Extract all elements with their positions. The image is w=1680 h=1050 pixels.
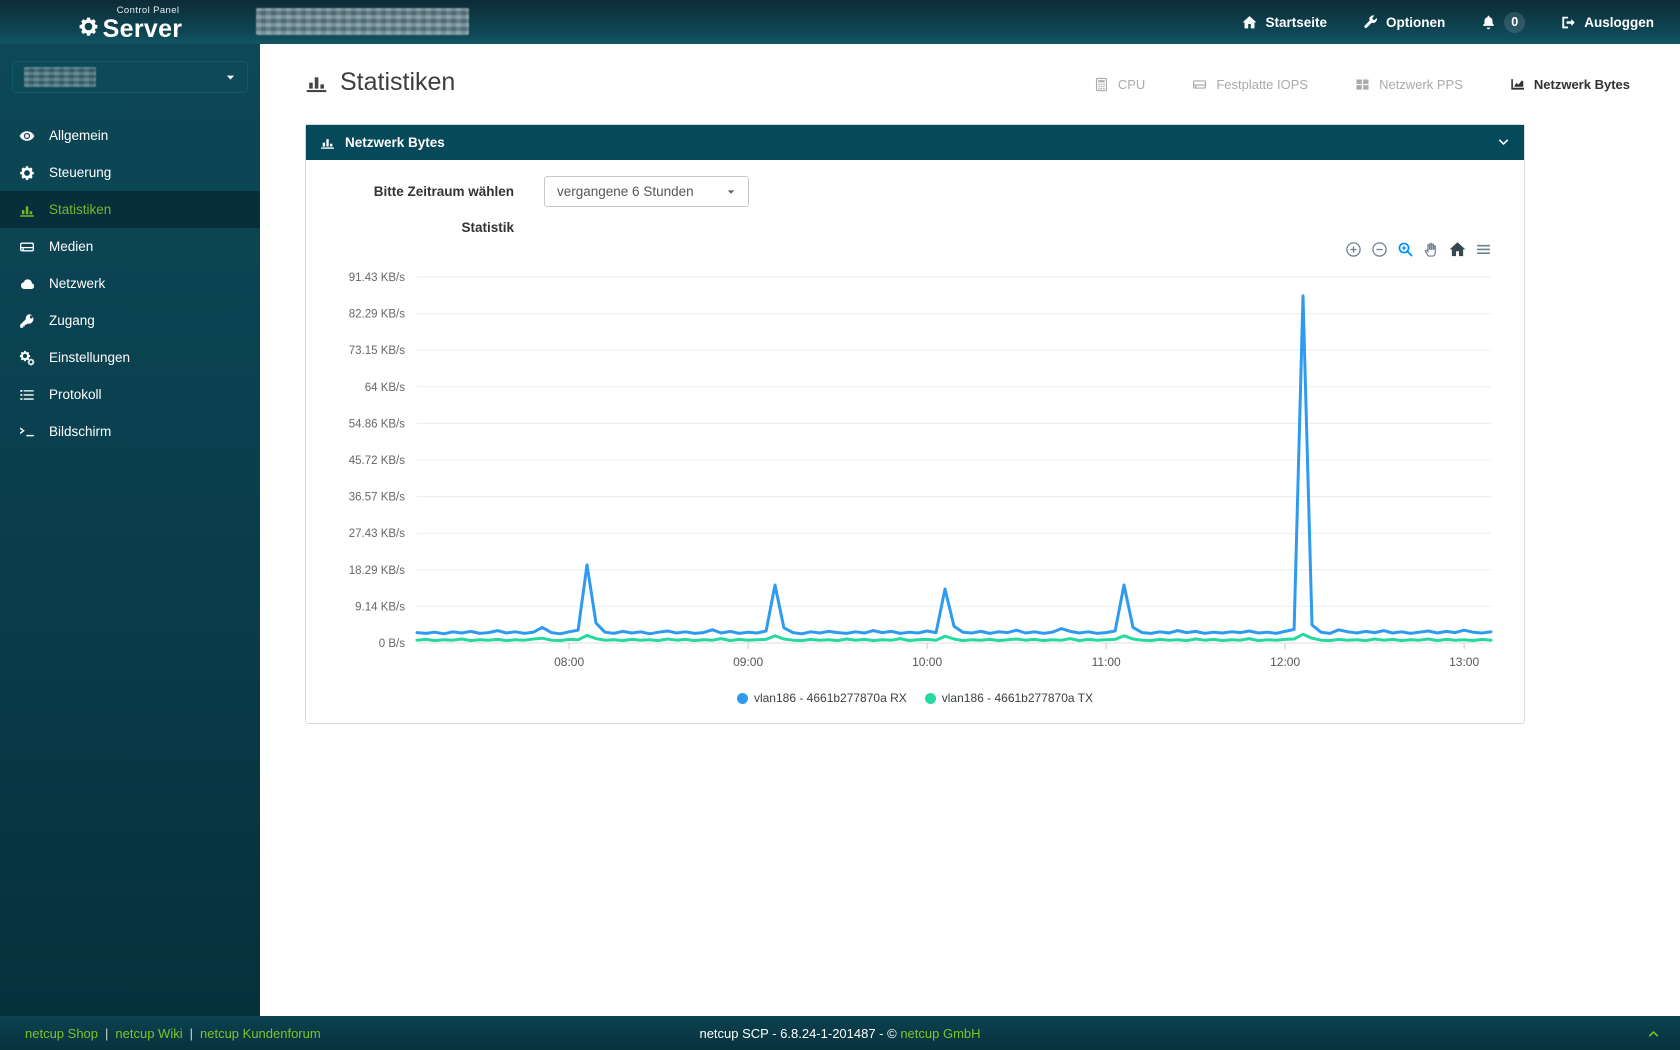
sidebar-item-bildschirm[interactable]: Bildschirm (0, 413, 260, 450)
timerange-select[interactable]: vergangene 6 Stunden (544, 176, 749, 207)
sidebar-item-allgemein[interactable]: Allgemein (0, 117, 260, 154)
startseite-link[interactable]: Startseite (1242, 15, 1327, 30)
x-axis-tick-label: 12:00 (1270, 655, 1300, 669)
main-content: Statistiken CPU Festplatte IOPS Netzwerk… (260, 44, 1680, 1016)
y-axis-tick-label: 27.43 KB/s (349, 528, 406, 540)
x-axis-tick-label: 08:00 (554, 655, 584, 669)
legend-label: vlan186 - 4661b277870a RX (753, 691, 907, 705)
wrench-icon (1363, 15, 1378, 30)
chart-legend: vlan186 - 4661b277870a RX vlan186 - 4661b… (324, 691, 1506, 715)
home-icon (1242, 15, 1257, 30)
chevron-up-icon (1647, 1027, 1660, 1040)
sidebar-item-protokoll[interactable]: Protokoll (0, 376, 260, 413)
legend-item[interactable]: vlan186 - 4661b277870a TX (924, 691, 1094, 705)
key-icon (19, 313, 35, 329)
tab-festplatte-iops[interactable]: Festplatte IOPS (1192, 77, 1308, 92)
legend-label: vlan186 - 4661b277870a TX (941, 691, 1094, 705)
server-select-dropdown[interactable] (12, 61, 248, 93)
list-icon (19, 387, 35, 403)
hdd-icon (19, 239, 35, 255)
logo-brand-label: Server (102, 14, 183, 43)
hdd-icon (1192, 77, 1207, 92)
netcup-kundenforum-link[interactable]: netcup Kundenforum (200, 1026, 321, 1041)
top-bar: Control Panel Server Startseite Optionen… (0, 0, 1680, 44)
y-axis-tick-label: 82.29 KB/s (349, 309, 406, 321)
legend-marker (924, 692, 936, 704)
y-axis-tick-label: 36.57 KB/s (349, 492, 406, 504)
server-name-redacted (256, 8, 469, 35)
sidebar: Allgemein Steuerung Statistiken Medien N… (0, 44, 260, 1016)
page-title: Statistiken (305, 68, 455, 97)
sidebar-item-statistiken[interactable]: Statistiken (0, 191, 260, 228)
area-chart-icon (1510, 77, 1525, 92)
selection-zoom-icon[interactable] (1397, 241, 1414, 258)
chart-toolbar (324, 237, 1506, 261)
grid-icon (1355, 77, 1370, 92)
bell-icon (1481, 15, 1496, 30)
y-axis-tick-label: 54.86 KB/s (349, 418, 406, 430)
tab-netzwerk-pps[interactable]: Netzwerk PPS (1355, 77, 1463, 92)
optionen-link[interactable]: Optionen (1363, 15, 1445, 30)
legend-marker (736, 692, 748, 704)
netcup-wiki-link[interactable]: netcup Wiki (115, 1026, 182, 1041)
legend-item[interactable]: vlan186 - 4661b277870a RX (736, 691, 907, 705)
bar-chart-icon (320, 135, 335, 150)
y-axis-tick-label: 45.72 KB/s (349, 455, 406, 467)
pan-hand-icon[interactable] (1423, 241, 1440, 258)
y-axis-tick-label: 91.43 KB/s (349, 272, 406, 284)
x-axis-tick-label: 13:00 (1449, 655, 1479, 669)
sidebar-item-steuerung[interactable]: Steuerung (0, 154, 260, 191)
caret-down-icon (225, 72, 236, 83)
panel-collapse-button[interactable] (1497, 136, 1510, 149)
zoom-out-icon[interactable] (1371, 241, 1388, 258)
tab-netzwerk-bytes[interactable]: Netzwerk Bytes (1510, 77, 1630, 92)
zoom-in-icon[interactable] (1345, 241, 1362, 258)
netzwerk-bytes-panel: Netzwerk Bytes Bitte Zeitraum wählen ver… (305, 124, 1525, 724)
gear-icon (19, 165, 35, 181)
x-axis-tick-label: 11:00 (1092, 655, 1121, 669)
sidebar-item-netzwerk[interactable]: Netzwerk (0, 265, 260, 302)
statistik-label: Statistik (461, 220, 514, 235)
ausloggen-link[interactable]: Ausloggen (1561, 15, 1654, 30)
y-axis-tick-label: 0 B/s (379, 638, 405, 650)
statistics-tabs: CPU Festplatte IOPS Netzwerk PPS Netzwer… (1094, 77, 1630, 92)
timerange-selected-value: vergangene 6 Stunden (557, 184, 694, 199)
gears-icon (19, 350, 35, 366)
y-axis-tick-label: 9.14 KB/s (355, 601, 405, 613)
sidebar-item-zugang[interactable]: Zugang (0, 302, 260, 339)
netcup-shop-link[interactable]: netcup Shop (25, 1026, 98, 1041)
gear-logo-icon (78, 16, 99, 37)
notifications-button[interactable]: 0 (1481, 11, 1526, 33)
network-bytes-line-chart[interactable]: 91.43 KB/s 82.29 KB/s 73.15 KB/s 64 KB/s 54.… (325, 261, 1505, 691)
y-axis-tick-label: 18.29 KB/s (349, 565, 406, 577)
chevron-down-icon (1497, 136, 1510, 149)
bar-chart-icon (305, 71, 328, 94)
series-line-rx (415, 294, 1493, 636)
tab-cpu[interactable]: CPU (1094, 77, 1145, 92)
y-axis-tick-label: 73.15 KB/s (349, 345, 406, 357)
sidebar-item-medien[interactable]: Medien (0, 228, 260, 265)
bar-chart-icon (19, 202, 35, 218)
y-axis-tick-label: 64 KB/s (365, 382, 406, 394)
terminal-icon (19, 424, 35, 440)
scroll-to-top-button[interactable] (1647, 1027, 1680, 1040)
logout-icon (1561, 15, 1576, 30)
panel-header: Netzwerk Bytes (306, 125, 1524, 160)
netcup-gmbh-link[interactable]: netcup GmbH (900, 1026, 980, 1041)
server-name-redacted (24, 67, 96, 87)
footer: netcup SCP - 6.8.24-1-201487 - © netcup … (0, 1016, 1680, 1050)
caret-down-icon (726, 187, 736, 197)
app-logo[interactable]: Control Panel Server (0, 2, 260, 42)
menu-icon[interactable] (1475, 241, 1492, 258)
reset-home-icon[interactable] (1449, 241, 1466, 258)
x-axis-tick-label: 10:00 (912, 655, 942, 669)
series-line-tx (415, 632, 1493, 643)
notification-count-badge: 0 (1504, 11, 1526, 33)
timerange-label: Bitte Zeitraum wählen (373, 184, 514, 199)
sidebar-item-einstellungen[interactable]: Einstellungen (0, 339, 260, 376)
eye-icon (19, 128, 35, 144)
cloud-icon (19, 276, 35, 292)
x-axis-tick-label: 09:00 (733, 655, 763, 669)
calculator-icon (1094, 77, 1109, 92)
